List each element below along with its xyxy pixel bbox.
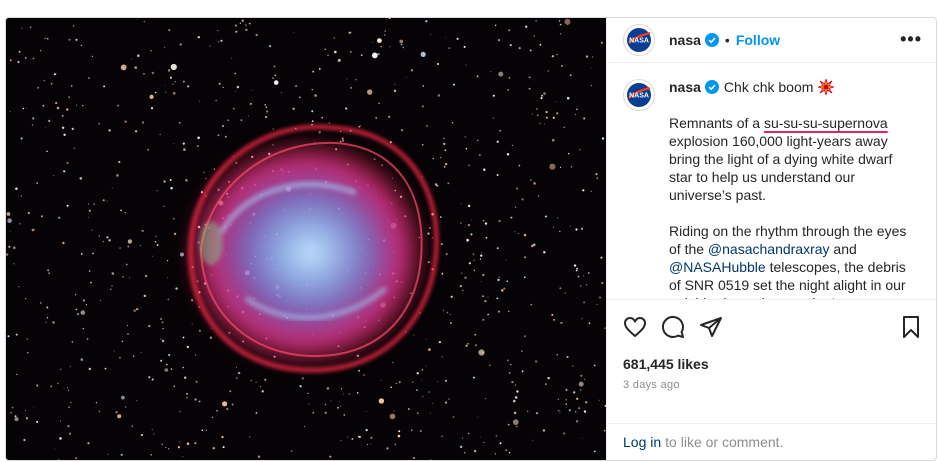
caption-username[interactable]: nasa: [669, 79, 701, 95]
nasa-logo: NASA: [627, 27, 651, 52]
nasa-logo: NASA: [627, 82, 651, 107]
caption-text: Remnants of a su-su-su-supernova explosi…: [669, 114, 919, 299]
login-prompt-text: to like or comment.: [665, 434, 784, 450]
login-link[interactable]: Log in: [623, 434, 661, 450]
caption-avatar[interactable]: NASA: [623, 78, 655, 111]
separator-dot: •: [724, 31, 730, 48]
action-icons: [623, 312, 922, 342]
mention-nasachandraxray[interactable]: @nasachandraxray: [708, 241, 830, 257]
verified-icon: [704, 32, 719, 47]
post-timestamp[interactable]: 3 days ago: [623, 379, 922, 391]
caption-paragraph-2: Riding on the rhythm through the eyes of…: [669, 222, 919, 299]
caption-paragraph-1: Remnants of a su-su-su-supernova explosi…: [669, 114, 919, 204]
username[interactable]: nasa: [669, 32, 701, 48]
mention-nasahubble[interactable]: @NASAHubble: [669, 259, 766, 275]
bookmark-icon[interactable]: [900, 315, 922, 339]
likes-count[interactable]: 681,445 likes: [623, 356, 922, 372]
post-actions: 681,445 likes 3 days ago: [607, 299, 936, 423]
caption-title: Chk chk boom: [723, 78, 814, 95]
svg-text:NASA: NASA: [629, 92, 649, 99]
login-prompt: Log in to like or comment.: [607, 423, 936, 460]
nasa-avatar[interactable]: NASA: [623, 23, 655, 56]
caption-text-part: explosion 160,000 light-years away bring…: [669, 132, 893, 203]
caption-text-part: Remnants of a: [669, 114, 764, 131]
follow-button[interactable]: Follow: [736, 32, 780, 48]
caption-body: nasa Chk chk boom Remnants of a su-su-su…: [669, 78, 919, 299]
verified-icon: [704, 79, 719, 94]
caption-head: nasa Chk chk boom: [669, 78, 919, 95]
post-header: NASA nasa • Follow •••: [607, 18, 936, 63]
heart-icon[interactable]: [623, 315, 647, 339]
post-sidebar: NASA nasa • Follow ••• NASA nasa Chk chk…: [606, 18, 936, 460]
caption-highlight: su-su-su-supernova: [763, 114, 888, 131]
svg-text:NASA: NASA: [629, 37, 649, 44]
supernova-image: [6, 18, 606, 460]
instagram-post: NASA nasa • Follow ••• NASA nasa Chk chk…: [5, 17, 937, 461]
caption-area: NASA nasa Chk chk boom Remnants of a su-…: [607, 63, 936, 299]
share-icon[interactable]: [699, 315, 723, 339]
caption: NASA nasa Chk chk boom Remnants of a su-…: [623, 78, 922, 299]
caption-text-part: and: [829, 240, 857, 257]
post-image-supernova[interactable]: [6, 18, 606, 460]
collision-icon: [818, 78, 835, 95]
comment-icon[interactable]: [661, 315, 685, 339]
more-options-icon[interactable]: •••: [900, 29, 922, 50]
